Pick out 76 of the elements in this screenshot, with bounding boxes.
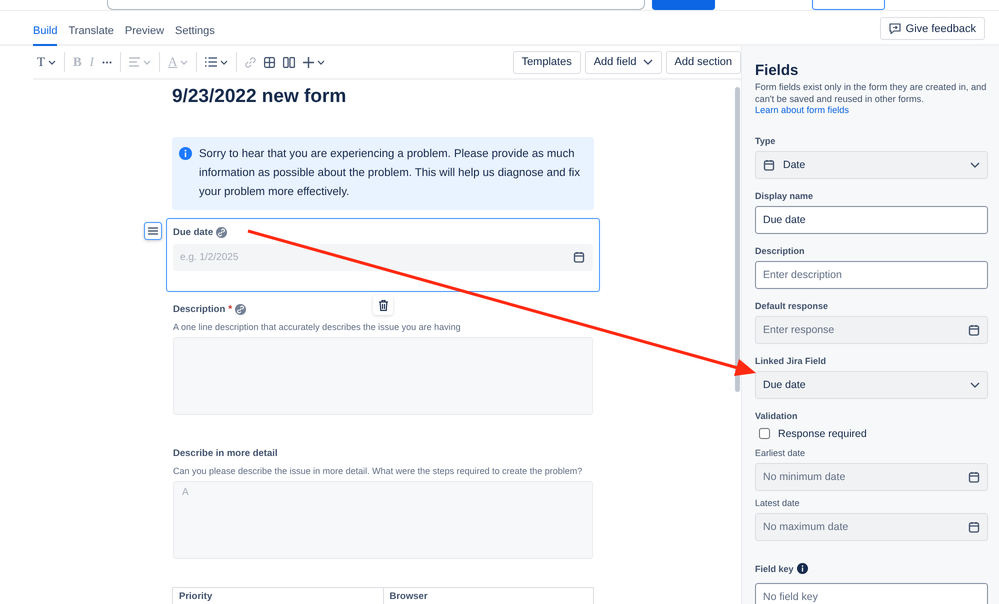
menu-icon: [148, 227, 158, 235]
field-label: Validation: [755, 410, 798, 420]
field-label: Type: [755, 136, 776, 146]
feedback-button[interactable]: Give feedback: [880, 17, 985, 40]
table-header-cell: Browser: [382, 588, 593, 604]
latest-date-input[interactable]: No maximum date: [755, 512, 988, 540]
default-response-input[interactable]: Enter response: [755, 316, 988, 344]
form-field-block[interactable]: Describe in more detail Can you please describe the issue in more detail. What were the steps required to create the problem? A: [166, 440, 600, 561]
secondary-button[interactable]: [812, 0, 885, 10]
description-input[interactable]: Enter description: [755, 260, 988, 288]
field-label: Earliest date: [755, 448, 806, 458]
drag-handle[interactable]: [144, 222, 162, 240]
form-title: 9/23/2022 new form: [172, 86, 348, 108]
scrollbar[interactable]: [735, 87, 740, 392]
date-input[interactable]: e.g. 1/2/2025: [173, 244, 593, 271]
table-header-cell-text: Priority: [178, 590, 214, 604]
chevron-down-icon: [970, 162, 980, 168]
feedback-icon: [888, 23, 901, 34]
field-key-input[interactable]: No field key: [755, 582, 988, 604]
info-icon: [796, 563, 808, 574]
type-select[interactable]: Date: [755, 150, 988, 178]
plus-icon: [303, 56, 314, 68]
caret-icon: [48, 60, 56, 64]
tab[interactable]: Build: [33, 25, 58, 46]
required-mark: *: [228, 304, 232, 314]
panel-description: Form fields exist only in the form they are created in, and can't be saved and reused in other forms. Learn about form fields: [755, 82, 988, 116]
toolbar-button[interactable]: Add field: [584, 50, 662, 74]
text-area[interactable]: A: [173, 481, 593, 559]
field-label: Latest date: [755, 498, 800, 508]
field-label: Description: [755, 246, 805, 256]
toolbar-button[interactable]: Add section: [666, 50, 741, 74]
field-label: Display name: [755, 190, 814, 200]
caret-icon: [642, 59, 653, 65]
link-badge-icon: [216, 226, 228, 238]
trash-icon: [378, 300, 388, 310]
learn-link[interactable]: Learn about form fields: [755, 105, 849, 115]
delete-button[interactable]: [373, 295, 393, 315]
field-help-text: A one line description that accurately describes the issue you are having: [173, 322, 462, 332]
tab[interactable]: Settings: [175, 25, 215, 46]
text-style-tool[interactable]: T: [33, 52, 65, 72]
chevron-down-icon: [970, 382, 980, 388]
field-label: Field key: [755, 564, 794, 574]
caret-icon: [142, 60, 151, 64]
panel-title: Fields: [755, 62, 800, 79]
field-label: Default response: [755, 300, 828, 310]
display-name-input[interactable]: Due date: [755, 206, 988, 234]
field-label: Due date: [173, 226, 214, 238]
caret-icon: [220, 60, 228, 64]
caret-icon: [317, 60, 326, 64]
list-icon: [205, 57, 218, 67]
calendar-icon: [968, 470, 980, 482]
linked-field-select[interactable]: Due date: [755, 370, 988, 398]
field-help-text: Can you please describe the issue in more detail. What were the steps required to create the problem?: [173, 466, 584, 476]
checkbox-label: Response required: [778, 428, 867, 440]
field-label: Description: [173, 304, 226, 314]
link-badge-icon: [235, 304, 246, 314]
checkbox[interactable]: [759, 428, 770, 439]
table-icon: [264, 56, 276, 68]
field-label: Linked Jira Field: [755, 356, 826, 366]
info-message: Sorry to hear that you are experiencing a problem. Please provide as much information as possible about the problem. This will help us diagnose and fix your problem more effectively.: [199, 148, 580, 198]
columns-icon: [283, 56, 296, 68]
tab[interactable]: Translate: [68, 25, 114, 46]
link-icon: [245, 56, 256, 68]
calendar-icon: [968, 520, 980, 532]
caret-icon: [180, 60, 188, 64]
field-label: Describe in more detail: [173, 448, 278, 458]
calendar-icon: [968, 324, 980, 336]
earliest-date-input[interactable]: No minimum date: [755, 462, 988, 490]
align-icon: [128, 57, 140, 67]
form-field-block[interactable]: Description * A one line description that accurately describes the issue you are having: [166, 296, 600, 417]
more-icon: [102, 60, 112, 64]
info-icon: [179, 147, 192, 160]
tab[interactable]: Preview: [124, 25, 164, 46]
calendar-icon: [763, 158, 775, 170]
calendar-icon: [573, 251, 585, 263]
toolbar-button[interactable]: Templates: [512, 50, 581, 74]
